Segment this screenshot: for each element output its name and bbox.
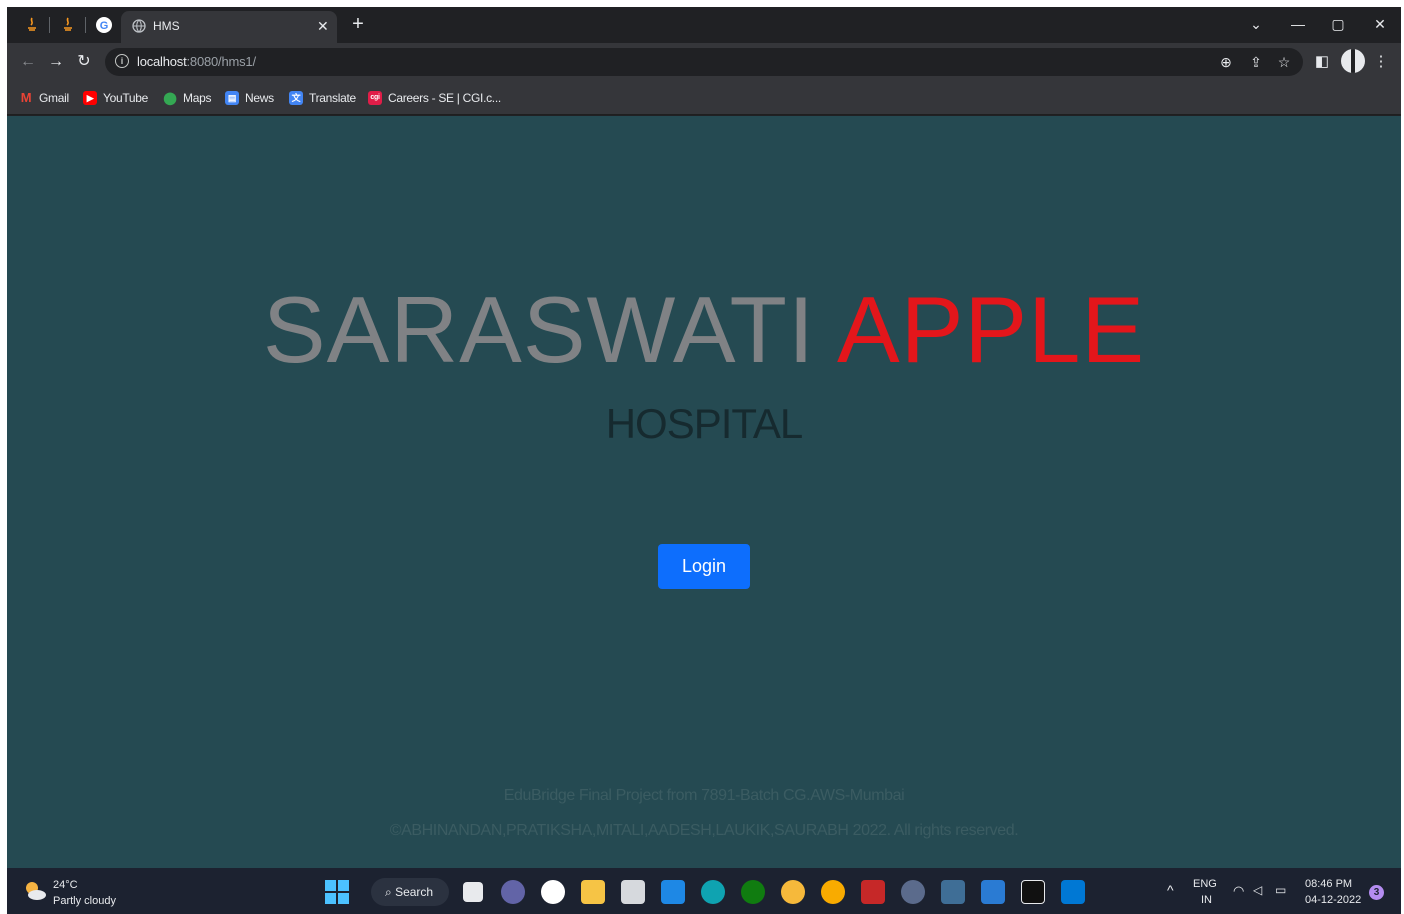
bookmark-translate[interactable]: 文 Translate (289, 90, 356, 106)
share-icon[interactable]: ⇪ (1247, 53, 1265, 71)
tab-separator (85, 17, 86, 33)
forward-button[interactable]: → (45, 51, 67, 73)
bookmark-gmail[interactable]: M Gmail (19, 90, 69, 106)
gmail-icon: M (20, 90, 32, 105)
notification-badge[interactable]: 3 (1369, 885, 1384, 900)
cgi-icon: cgi (368, 91, 382, 105)
address-bar[interactable]: i localhost:8080/hms1/ ⊕ ⇪ ☆ (105, 48, 1303, 76)
page-content: SARASWATI APPLE HOSPITAL Login EduBridge… (7, 116, 1401, 868)
bookmark-news[interactable]: ▤ News (225, 90, 274, 106)
translate-icon: 文 (289, 91, 303, 105)
news-icon: ▤ (225, 91, 239, 105)
weather-temperature[interactable]: 24°C (53, 879, 78, 891)
mail-icon[interactable] (661, 880, 685, 904)
battery-icon[interactable]: ▭ (1275, 883, 1286, 897)
java-icon (28, 17, 36, 31)
url-text[interactable]: localhost:8080/hms1/ (137, 54, 256, 69)
bookmark-careers[interactable]: cgi Careers - SE | CGI.c... (368, 90, 501, 106)
bookmark-maps[interactable]: ⬤ Maps (163, 90, 211, 106)
google-icon: G (96, 17, 112, 33)
app-red-icon[interactable] (861, 880, 885, 904)
brand-word-saraswati: SARASWATI (262, 277, 816, 382)
teams-chat-icon[interactable] (501, 880, 525, 904)
reload-button[interactable]: ↻ (73, 51, 95, 73)
minimize-button[interactable]: — (1283, 13, 1313, 35)
language-bottom[interactable]: IN (1201, 894, 1212, 906)
eclipse-icon[interactable] (901, 880, 925, 904)
tab-hms[interactable]: HMS ✕ (121, 11, 337, 43)
clock-date[interactable]: 04-12-2022 (1305, 894, 1361, 906)
pinned-tab-java-2[interactable] (55, 13, 81, 37)
login-button[interactable]: Login (658, 544, 750, 589)
tab-search-icon[interactable]: ⌄ (1241, 13, 1271, 35)
brand-title: SARASWATI APPLE (7, 278, 1401, 382)
restore-button[interactable]: ▢ (1323, 13, 1353, 35)
globe-icon (131, 19, 147, 35)
partly-cloudy-icon[interactable] (23, 880, 47, 902)
task-view-icon[interactable] (463, 882, 483, 902)
microsoft-store-icon[interactable] (621, 880, 645, 904)
page-subtitle: HOSPITAL (605, 400, 804, 447)
tab-strip: G HMS ✕ + ⌄ — ▢ ✕ (7, 7, 1401, 43)
vpn-shield-icon[interactable] (821, 880, 845, 904)
weather-description[interactable]: Partly cloudy (53, 895, 116, 907)
footer-project-line: EduBridge Final Project from 7891-Batch … (503, 787, 905, 804)
close-window-button[interactable]: ✕ (1365, 13, 1395, 35)
profile-avatar[interactable] (1341, 49, 1365, 73)
java-icon (64, 17, 72, 31)
mysql-workbench-icon[interactable] (941, 880, 965, 904)
svg-text:G: G (100, 20, 109, 32)
youtube-icon: ▶ (83, 91, 97, 105)
menu-kebab-icon[interactable]: ⋮ (1370, 51, 1392, 73)
site-info-icon[interactable]: i (115, 54, 129, 68)
bookmarks-bar: M Gmail ▶ YouTube ⬤ Maps ▤ News 文 Transl… (7, 81, 1401, 115)
browser-toolbar: ← → ↻ i localhost:8080/hms1/ ⊕ ⇪ ☆ ◧ ⋮ (7, 43, 1401, 81)
bookmark-youtube[interactable]: ▶ YouTube (83, 90, 148, 106)
vscode-icon[interactable] (1061, 880, 1085, 904)
widgets-icon[interactable] (541, 880, 565, 904)
file-explorer-icon[interactable] (581, 880, 605, 904)
back-button[interactable]: ← (17, 51, 39, 73)
maps-icon: ⬤ (163, 91, 177, 105)
side-panel-icon[interactable]: ◧ (1311, 51, 1333, 73)
show-hidden-icons[interactable]: ^ (1167, 882, 1174, 898)
zoom-icon[interactable]: ⊕ (1217, 53, 1235, 71)
pinned-tab-google[interactable]: G (91, 13, 117, 37)
language-top[interactable]: ENG (1193, 878, 1217, 890)
chrome-icon[interactable] (781, 880, 805, 904)
windows-start-icon[interactable] (325, 880, 349, 904)
tab-title: HMS (153, 19, 180, 33)
brand-word-apple: APPLE (837, 277, 1146, 382)
search-icon: ⌕ (385, 885, 396, 899)
close-tab-icon[interactable]: ✕ (317, 18, 329, 34)
tab-separator (49, 17, 50, 33)
terminal-icon[interactable] (1021, 880, 1045, 904)
footer-copyright: ©ABHINANDAN,PRATIKSHA,MITALI,AADESH,LAUK… (389, 822, 1019, 839)
wifi-icon[interactable]: ◠ (1233, 883, 1244, 899)
screen: G HMS ✕ + ⌄ — ▢ ✕ ← → ↻ i localhost:8080… (7, 7, 1401, 914)
pinned-tab-java-1[interactable] (19, 13, 45, 37)
new-tab-button[interactable]: + (347, 13, 369, 35)
edge-icon[interactable] (701, 880, 725, 904)
bookmark-star-icon[interactable]: ☆ (1275, 53, 1293, 71)
taskbar: 24°C Partly cloudy ⌕ Search ^ ENG IN ◠ ◁… (7, 868, 1401, 914)
taskbar-search[interactable]: ⌕ Search (371, 878, 449, 906)
clock-time[interactable]: 08:46 PM (1305, 878, 1352, 890)
volume-icon[interactable]: ◁ (1253, 883, 1262, 897)
xbox-icon[interactable] (741, 880, 765, 904)
photos-icon[interactable] (981, 880, 1005, 904)
